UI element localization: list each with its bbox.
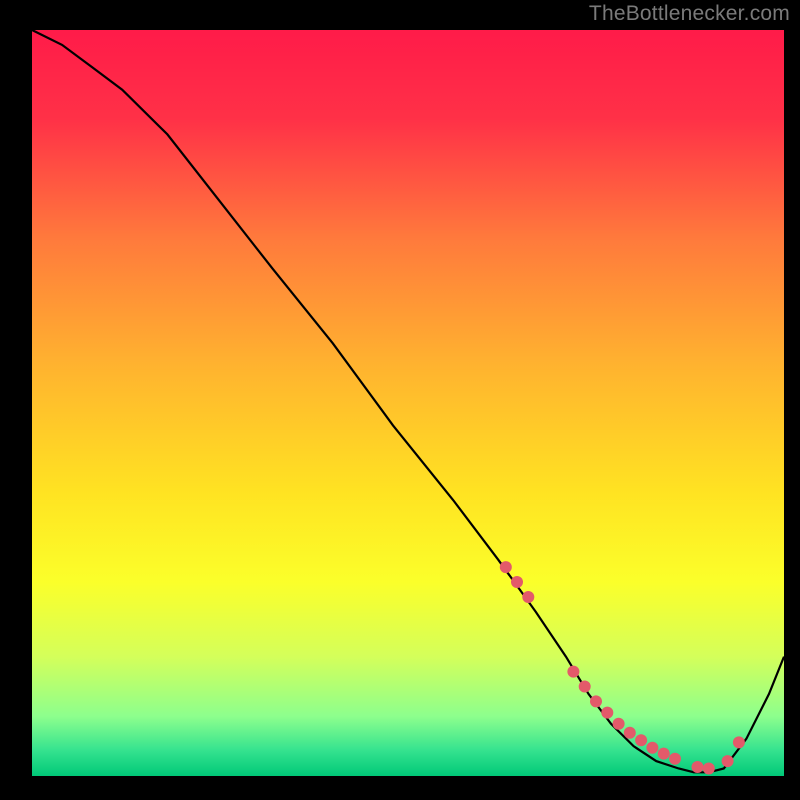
highlight-point <box>635 734 647 746</box>
bottleneck-chart <box>0 0 800 800</box>
highlight-point <box>567 666 579 678</box>
highlight-point <box>511 576 523 588</box>
highlight-point <box>703 763 715 775</box>
highlight-point <box>733 736 745 748</box>
attribution-label: TheBottlenecker.com <box>589 2 790 26</box>
highlight-point <box>601 707 613 719</box>
highlight-point <box>646 742 658 754</box>
highlight-point <box>669 753 681 765</box>
chart-container: TheBottlenecker.com <box>0 0 800 800</box>
highlight-point <box>692 761 704 773</box>
plot-background <box>32 30 784 776</box>
highlight-point <box>613 718 625 730</box>
highlight-point <box>624 727 636 739</box>
highlight-point <box>590 695 602 707</box>
highlight-point <box>522 591 534 603</box>
highlight-point <box>500 561 512 573</box>
highlight-point <box>579 681 591 693</box>
highlight-point <box>722 755 734 767</box>
highlight-point <box>658 748 670 760</box>
